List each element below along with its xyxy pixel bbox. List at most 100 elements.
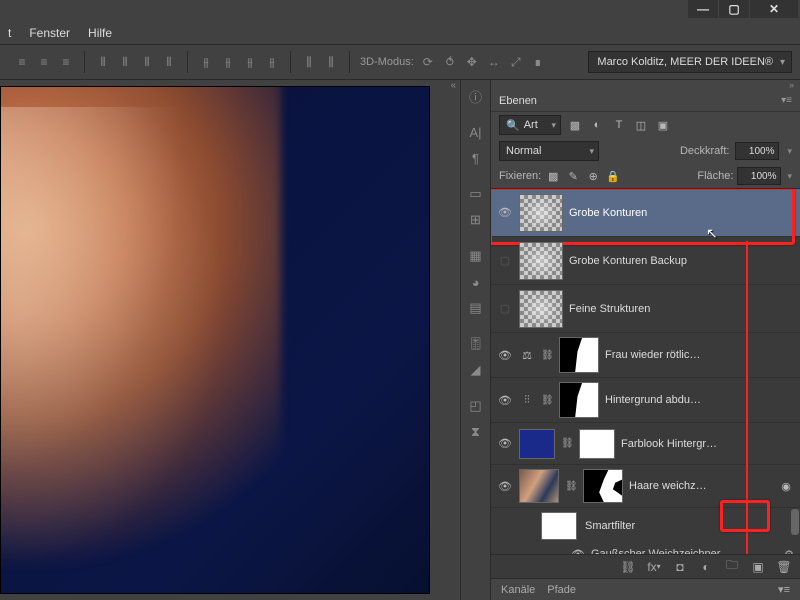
layer-row[interactable]: 👁 ⫶⫶ ⛓ Hintergrund abdu… <box>491 378 800 423</box>
new-adjustment-icon[interactable]: ◐ <box>698 559 714 575</box>
filter-type-icon[interactable]: T <box>611 117 627 133</box>
filter-smart-icon[interactable]: ▣ <box>655 117 671 133</box>
3d-camera-icon[interactable]: ∎ <box>530 54 546 70</box>
layer-name[interactable]: Grobe Konturen <box>569 207 647 219</box>
smartfilter-mask-thumbnail[interactable] <box>541 512 577 540</box>
3d-roll-icon[interactable]: ⥀ <box>442 54 458 70</box>
layer-thumbnail[interactable] <box>519 429 555 459</box>
collapse-icon[interactable]: « <box>450 80 456 91</box>
distribute-icon[interactable]: ⫵ <box>198 54 214 70</box>
kind-filter-dropdown[interactable]: 🔍Art <box>499 115 561 135</box>
lock-position-icon[interactable]: ⊕ <box>585 168 601 184</box>
maximize-button[interactable]: ▢ <box>719 0 749 18</box>
filter-entry-row[interactable]: 👁 Gaußscher Weichzeichner ⚙ <box>491 544 800 554</box>
align-icon[interactable]: ≡ <box>36 54 52 70</box>
document-canvas[interactable] <box>0 86 430 594</box>
layer-mask-thumbnail[interactable] <box>579 429 615 459</box>
panel-collapse-icon[interactable]: » <box>491 80 800 90</box>
add-mask-icon[interactable]: ◘ <box>672 559 688 575</box>
layer-mask-thumbnail[interactable] <box>559 337 599 373</box>
layer-mask-thumbnail[interactable] <box>559 382 599 418</box>
histogram-panel-icon[interactable]: ◢ <box>464 358 488 382</box>
color-panel-icon[interactable]: ◕ <box>464 270 488 294</box>
layer-name[interactable]: Frau wieder rötlic… <box>605 349 700 361</box>
tab-pfade[interactable]: Pfade <box>547 584 576 596</box>
smartfilter-row[interactable]: Smartfilter <box>491 508 800 544</box>
history-panel-icon[interactable]: ⧗ <box>464 420 488 444</box>
filter-pixel-icon[interactable]: ▩ <box>567 117 583 133</box>
distribute-icon[interactable]: ⫴ <box>95 54 111 70</box>
3d-pan-icon[interactable]: ✥ <box>464 54 480 70</box>
link-mask-icon[interactable]: ⛓ <box>541 395 553 406</box>
swatches-panel-icon[interactable]: ▦ <box>464 244 488 268</box>
align-icon[interactable]: ≡ <box>58 54 74 70</box>
distribute-icon[interactable]: ⫵ <box>220 54 236 70</box>
distribute-icon[interactable]: ⫵ <box>242 54 258 70</box>
menu-hilfe[interactable]: Hilfe <box>88 26 112 40</box>
fill-value[interactable]: 100% <box>737 167 781 185</box>
visibility-toggle-icon[interactable]: 👁 <box>497 205 513 221</box>
distribute-icon[interactable]: ⫴ <box>117 54 133 70</box>
menu-cut[interactable]: t <box>8 26 11 40</box>
distribute-icon[interactable]: ⫴ <box>139 54 155 70</box>
layer-name[interactable]: Feine Strukturen <box>569 303 650 315</box>
link-mask-icon[interactable]: ⛓ <box>561 438 573 449</box>
character-panel-icon[interactable]: A| <box>464 120 488 144</box>
properties-panel-icon[interactable]: 🎚 <box>464 332 488 356</box>
brush-panel-icon[interactable]: ⊞ <box>464 208 488 232</box>
lock-paint-icon[interactable]: ✎ <box>565 168 581 184</box>
filter-edit-icon[interactable]: ⚙ <box>784 548 794 555</box>
filter-shape-icon[interactable]: ◫ <box>633 117 649 133</box>
tab-kanale[interactable]: Kanäle <box>501 584 535 596</box>
opacity-value[interactable]: 100% <box>735 142 779 160</box>
layer-row[interactable]: 👁 ⛓ Haare weichz… ◉ <box>491 465 800 508</box>
lock-all-icon[interactable]: 🔒 <box>605 168 621 184</box>
navigator-panel-icon[interactable]: ◰ <box>464 394 488 418</box>
delete-layer-icon[interactable]: 🗑 <box>776 559 792 575</box>
blend-mode-dropdown[interactable]: Normal <box>499 141 599 161</box>
layer-row[interactable]: ▢ Grobe Konturen Backup <box>491 237 800 285</box>
minimize-button[interactable]: — <box>688 0 718 18</box>
filter-adjust-icon[interactable]: ◐ <box>589 117 605 133</box>
menu-fenster[interactable]: Fenster <box>29 26 70 40</box>
align-icon[interactable]: ≡ <box>14 54 30 70</box>
layer-name[interactable]: Farblook Hintergr… <box>621 438 717 450</box>
layer-row[interactable]: 👁 ⚖ ⛓ Frau wieder rötlic… <box>491 333 800 378</box>
new-layer-icon[interactable]: ▣ <box>750 559 766 575</box>
link-mask-icon[interactable]: ⛓ <box>565 481 577 492</box>
layer-name[interactable]: Grobe Konturen Backup <box>569 255 687 267</box>
chevron-down-icon[interactable]: ▾ <box>785 171 792 182</box>
panel-tab-ebenen[interactable]: Ebenen <box>499 95 537 107</box>
3d-rotate-icon[interactable]: ⟳ <box>420 54 436 70</box>
visibility-toggle-icon[interactable]: ▢ <box>497 253 513 269</box>
space-icon[interactable]: ⫼ <box>323 54 339 70</box>
close-button[interactable]: ✕ <box>750 0 798 18</box>
panel-menu-icon[interactable]: ▾≡ <box>778 583 790 596</box>
layer-mask-thumbnail[interactable] <box>583 469 623 503</box>
layer-thumbnail[interactable] <box>519 290 563 328</box>
clone-panel-icon[interactable]: ▭ <box>464 182 488 206</box>
3d-scale-icon[interactable]: ⤢ <box>508 54 524 70</box>
distribute-icon[interactable]: ⫴ <box>161 54 177 70</box>
layer-row[interactable]: 👁 ⛓ Farblook Hintergr… <box>491 423 800 465</box>
visibility-toggle-icon[interactable]: 👁 <box>571 546 585 554</box>
visibility-toggle-icon[interactable]: 👁 <box>497 436 513 452</box>
layer-row[interactable]: ▢ Feine Strukturen <box>491 285 800 333</box>
new-group-icon[interactable]: 🗀 <box>724 559 740 575</box>
user-dropdown[interactable]: Marco Kolditz, MEER DER IDEEN® <box>588 51 792 73</box>
visibility-toggle-icon[interactable]: ▢ <box>497 301 513 317</box>
paragraph-panel-icon[interactable]: ¶ <box>464 146 488 170</box>
space-icon[interactable]: ⫼ <box>301 54 317 70</box>
link-layers-icon[interactable]: ⛓ <box>620 559 636 575</box>
styles-panel-icon[interactable]: ▤ <box>464 296 488 320</box>
layer-thumbnail[interactable] <box>519 469 559 503</box>
layer-row[interactable]: 👁 Grobe Konturen <box>491 189 800 237</box>
3d-slide-icon[interactable]: ↔ <box>486 54 502 70</box>
visibility-toggle-icon[interactable]: 👁 <box>497 392 513 408</box>
layer-name[interactable]: Hintergrund abdu… <box>605 394 701 406</box>
visibility-toggle-icon[interactable]: 👁 <box>497 347 513 363</box>
panel-menu-icon[interactable]: ▾≡ <box>781 95 792 106</box>
info-panel-icon[interactable]: ⓘ <box>464 84 488 108</box>
chevron-down-icon[interactable]: ▾ <box>785 146 792 157</box>
layer-thumbnail[interactable] <box>519 242 563 280</box>
